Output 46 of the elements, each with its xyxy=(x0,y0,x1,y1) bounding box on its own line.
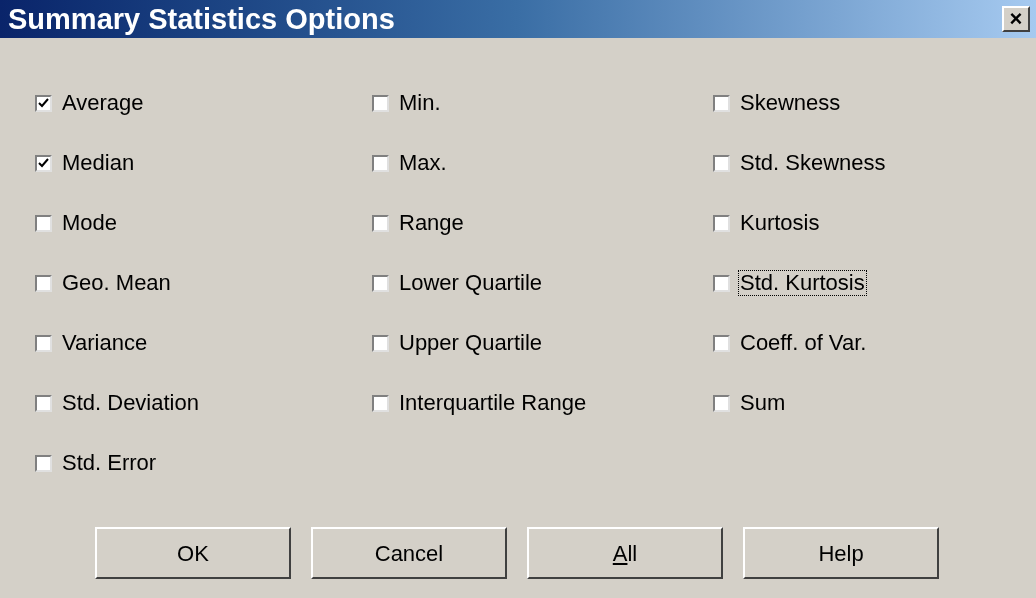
checkbox-label[interactable]: Max. xyxy=(397,150,449,176)
window-title: Summary Statistics Options xyxy=(8,4,395,34)
checkbox-label[interactable]: Variance xyxy=(60,330,150,356)
checkbox[interactable] xyxy=(35,394,52,412)
checkbox-label[interactable]: Upper Quartile xyxy=(397,330,545,356)
checkbox[interactable] xyxy=(372,94,389,112)
checkbox-label[interactable]: Kurtosis xyxy=(738,210,822,236)
checkbox[interactable] xyxy=(372,394,389,412)
checkbox[interactable] xyxy=(35,214,52,232)
checkmark-icon xyxy=(38,158,49,168)
checkbox[interactable] xyxy=(35,154,52,172)
dialog-button[interactable]: Help xyxy=(743,527,939,579)
checkbox-label[interactable]: Average xyxy=(60,90,146,116)
checkbox-label[interactable]: Skewness xyxy=(738,90,843,116)
checkmark-icon xyxy=(38,98,49,108)
checkbox[interactable] xyxy=(713,214,730,232)
checkbox-label[interactable]: Mode xyxy=(60,210,120,236)
checkbox-label[interactable]: Std. Skewness xyxy=(738,150,888,176)
checkbox[interactable] xyxy=(713,394,730,412)
checkbox[interactable] xyxy=(713,274,730,292)
checkbox-label[interactable]: Min. xyxy=(397,90,443,116)
checkbox-label[interactable]: Median xyxy=(60,150,137,176)
checkbox-label[interactable]: Coeff. of Var. xyxy=(738,330,869,356)
checkbox[interactable] xyxy=(372,154,389,172)
checkbox-label[interactable]: Lower Quartile xyxy=(397,270,545,296)
checkbox-label[interactable]: Std. Kurtosis xyxy=(738,270,867,296)
checkbox[interactable] xyxy=(372,214,389,232)
checkbox-label[interactable]: Std. Deviation xyxy=(60,390,201,416)
checkbox[interactable] xyxy=(35,334,52,352)
checkbox-label[interactable]: Std. Error xyxy=(60,450,159,476)
dialog-button[interactable]: OK xyxy=(95,527,291,579)
checkbox[interactable] xyxy=(35,454,52,472)
dialog-button[interactable]: Cancel xyxy=(311,527,507,579)
checkbox[interactable] xyxy=(713,94,730,112)
dialog-button[interactable]: All xyxy=(527,527,723,579)
checkbox-label[interactable]: Range xyxy=(397,210,466,236)
checkbox[interactable] xyxy=(35,274,52,292)
checkbox[interactable] xyxy=(713,334,730,352)
checkbox[interactable] xyxy=(372,334,389,352)
checkbox-label[interactable]: Sum xyxy=(738,390,788,416)
checkbox-label[interactable]: Geo. Mean xyxy=(60,270,173,296)
checkbox[interactable] xyxy=(35,94,52,112)
checkbox[interactable] xyxy=(713,154,730,172)
close-button[interactable]: × xyxy=(1002,6,1030,32)
checkbox-label[interactable]: Interquartile Range xyxy=(397,390,589,416)
checkbox[interactable] xyxy=(372,274,389,292)
